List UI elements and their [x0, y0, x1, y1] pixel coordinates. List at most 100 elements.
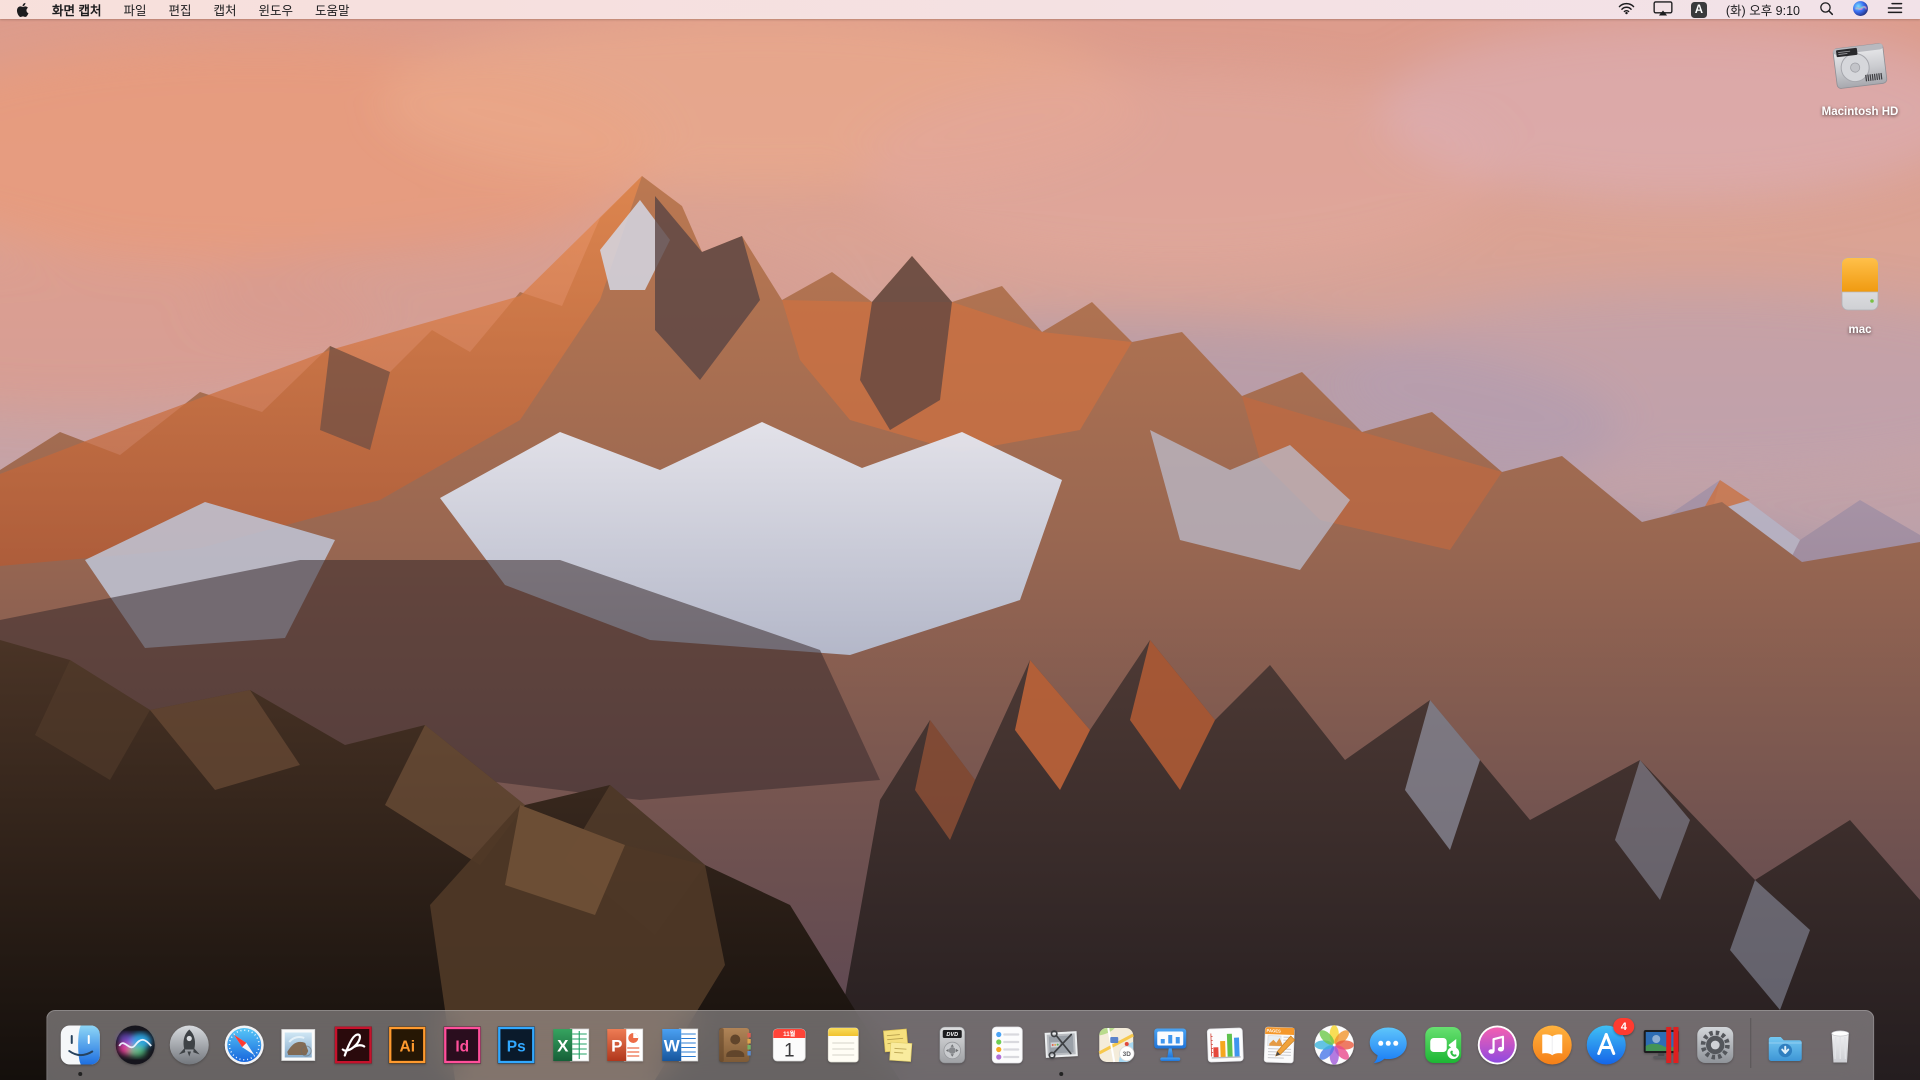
dock-maps[interactable]: 3D	[1093, 1022, 1139, 1068]
internal-drive-icon	[1828, 34, 1892, 103]
desktop-icon-mac[interactable]: mac	[1802, 252, 1918, 336]
desktop-icon-label: Macintosh HD	[1822, 106, 1899, 118]
notes-icon	[820, 1022, 866, 1068]
dock-numbers[interactable]	[1202, 1022, 1248, 1068]
dock-acrobat[interactable]	[330, 1022, 376, 1068]
input-source-icon: A	[1691, 2, 1707, 18]
dock-siri[interactable]	[112, 1022, 158, 1068]
svg-text:PAGES: PAGES	[1266, 1028, 1281, 1034]
dock-illustrator[interactable]: Ai	[384, 1022, 430, 1068]
running-indicator	[78, 1072, 82, 1076]
dock-messages[interactable]	[1365, 1022, 1411, 1068]
dock-reminders[interactable]	[984, 1022, 1030, 1068]
svg-text:P: P	[611, 1037, 622, 1056]
photoshop-icon: Ps	[493, 1022, 539, 1068]
maps-icon: 3D	[1093, 1022, 1139, 1068]
wifi-icon	[1618, 1, 1635, 18]
desktop-icon-macintosh-hd[interactable]: Macintosh HD	[1802, 34, 1918, 118]
dock-indesign[interactable]: Id	[439, 1022, 485, 1068]
wifi-menu[interactable]	[1609, 0, 1644, 19]
dock: Ai Id Ps X P W	[46, 1010, 1874, 1080]
menu-clock[interactable]: (화) 오후 9:10	[1716, 0, 1810, 19]
dock-grab[interactable]	[1038, 1022, 1084, 1068]
powerpoint-icon: P	[602, 1022, 648, 1068]
dock-separator	[1750, 1018, 1751, 1068]
mail-icon	[275, 1022, 321, 1068]
desktop: 화면 캡처파일편집캡처윈도우도움말 A (화) 오후 9:10 Macintosh…	[0, 0, 1920, 1080]
dock-downloads[interactable]	[1762, 1022, 1808, 1068]
contacts-icon	[711, 1022, 757, 1068]
reminders-icon	[984, 1022, 1030, 1068]
desktop-icon-label: mac	[1848, 324, 1871, 336]
airplay-icon	[1653, 1, 1673, 19]
svg-text:11월: 11월	[783, 1030, 796, 1038]
siri-icon	[112, 1022, 158, 1068]
calendar-icon: 11월 1	[766, 1022, 812, 1068]
dvd-player-icon: DVD	[929, 1022, 975, 1068]
menu-bar-status: A (화) 오후 9:10	[1609, 0, 1920, 19]
dock-photos[interactable]	[1311, 1022, 1357, 1068]
menu-bar: 화면 캡처파일편집캡처윈도우도움말 A (화) 오후 9:10	[0, 0, 1920, 19]
svg-text:X: X	[557, 1037, 569, 1056]
dock-keynote[interactable]	[1147, 1022, 1193, 1068]
system-preferences-icon	[1692, 1022, 1738, 1068]
dock-stickies[interactable]	[875, 1022, 921, 1068]
notification-badge: 4	[1613, 1018, 1634, 1035]
dock-pages[interactable]: PAGES	[1256, 1022, 1302, 1068]
dock-contacts[interactable]	[711, 1022, 757, 1068]
pages-icon: PAGES	[1256, 1022, 1302, 1068]
dock-photoshop[interactable]: Ps	[493, 1022, 539, 1068]
spotlight-icon	[1819, 1, 1834, 19]
airplay-menu[interactable]	[1644, 0, 1682, 19]
dock-excel[interactable]: X	[548, 1022, 594, 1068]
dock-notes[interactable]	[820, 1022, 866, 1068]
safari-icon	[221, 1022, 267, 1068]
menu-캡처[interactable]: 캡처	[203, 0, 248, 19]
dock-ibooks[interactable]	[1529, 1022, 1575, 1068]
menu-app-name[interactable]: 화면 캡처	[41, 0, 112, 19]
running-indicator	[1059, 1072, 1063, 1076]
downloads-icon	[1762, 1022, 1808, 1068]
wallpaper	[0, 0, 1920, 1080]
dock-safari[interactable]	[221, 1022, 267, 1068]
keynote-icon	[1147, 1022, 1193, 1068]
menu-도움말[interactable]: 도움말	[304, 0, 361, 19]
svg-text:3D: 3D	[1122, 1051, 1131, 1058]
dock-word[interactable]: W	[657, 1022, 703, 1068]
menu-편집[interactable]: 편집	[158, 0, 203, 19]
input-source-menu[interactable]: A	[1682, 0, 1716, 19]
excel-icon: X	[548, 1022, 594, 1068]
indesign-icon: Id	[439, 1022, 485, 1068]
trash-icon	[1817, 1022, 1863, 1068]
dock-mail[interactable]	[275, 1022, 321, 1068]
menu-파일[interactable]: 파일	[112, 0, 157, 19]
grab-icon	[1038, 1022, 1084, 1068]
dock-app-store[interactable]: 4	[1583, 1022, 1629, 1068]
menu-윈도우[interactable]: 윈도우	[248, 0, 305, 19]
dock-powerpoint[interactable]: P	[602, 1022, 648, 1068]
dock-facetime[interactable]	[1420, 1022, 1466, 1068]
dock-dvd-player[interactable]: DVD	[929, 1022, 975, 1068]
dock-parallels[interactable]	[1638, 1022, 1684, 1068]
messages-icon	[1365, 1022, 1411, 1068]
dock-itunes[interactable]	[1474, 1022, 1520, 1068]
dock-finder[interactable]	[57, 1022, 103, 1068]
launchpad-icon	[166, 1022, 212, 1068]
dock-launchpad[interactable]	[166, 1022, 212, 1068]
external-drive-icon	[1828, 252, 1892, 321]
siri-menu[interactable]	[1843, 0, 1878, 19]
notification-center-menu[interactable]	[1878, 0, 1912, 19]
finder-icon	[57, 1022, 103, 1068]
svg-text:1: 1	[783, 1041, 794, 1062]
stickies-icon	[875, 1022, 921, 1068]
dock-trash[interactable]	[1817, 1022, 1863, 1068]
dock-system-preferences[interactable]	[1692, 1022, 1738, 1068]
illustrator-icon: Ai	[384, 1022, 430, 1068]
apple-menu[interactable]	[0, 2, 41, 18]
svg-text:DVD: DVD	[946, 1032, 958, 1038]
dock-calendar[interactable]: 11월 1	[766, 1022, 812, 1068]
spotlight-menu[interactable]	[1810, 0, 1843, 19]
parallels-icon	[1638, 1022, 1684, 1068]
itunes-icon	[1474, 1022, 1520, 1068]
siri-icon	[1852, 0, 1869, 20]
